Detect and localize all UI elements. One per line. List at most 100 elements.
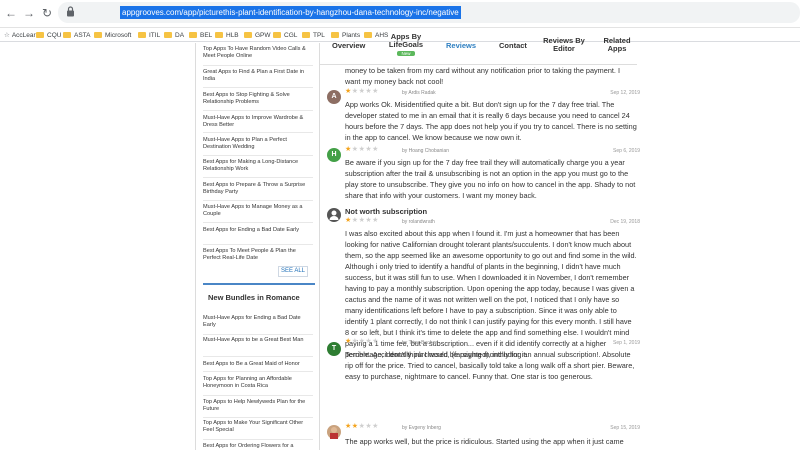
review-date: Sep 1, 2019 (613, 340, 640, 346)
divider (203, 87, 313, 88)
star-empty-icon: ★ (372, 146, 379, 153)
forward-arrow-icon[interactable]: → (22, 6, 36, 20)
bundle-link[interactable]: Best Apps for Ordering Flowers for a (203, 443, 313, 450)
star-filled-icon: ★ (351, 423, 359, 430)
review-date: Dec 19, 2018 (610, 219, 640, 225)
divider (203, 132, 313, 133)
bookmark-item[interactable]: ITIL (138, 31, 160, 40)
bundles-heading: New Bundles in Romance (208, 293, 300, 302)
review-text: Terrible. Accidentally purchased, (farsi… (345, 350, 635, 381)
bookmark-item[interactable]: GPW (244, 31, 271, 40)
review-author: by Ardis Radak (402, 90, 436, 96)
address-bar[interactable]: appgrooves.com/app/picturethis-plant-ide… (58, 2, 800, 23)
sidebar-link[interactable]: Great Apps to Find & Plan a First Date i… (203, 69, 313, 83)
bundle-link[interactable]: Must-Have Apps to be a Great Best Man (203, 337, 313, 344)
bookmark-item[interactable]: Microsoft (94, 31, 131, 40)
sidebar-link[interactable]: Must-Have Apps to Improve Wardrobe & Dre… (203, 115, 313, 129)
bundle-link[interactable]: Top Apps to Help Newlyweds Plan for the … (203, 399, 313, 413)
avatar: H (327, 148, 341, 162)
bookmark-item[interactable]: Plants (331, 31, 360, 40)
divider (203, 439, 313, 440)
star-filled-icon: ★ (345, 423, 352, 430)
reviews-list: money to be taken from my card without a… (325, 65, 640, 450)
tab-related-apps[interactable]: Related Apps (600, 37, 634, 53)
bookmark-item[interactable]: ASTA (63, 31, 91, 40)
review-title: Not worth subscription (345, 207, 428, 216)
bookmark-item[interactable]: ☆ AccLearn (4, 31, 39, 40)
review-text: App works Ok. Misidentified quite a bit.… (345, 100, 637, 142)
avatar: A (327, 90, 341, 104)
divider (203, 356, 313, 357)
bookmark-item[interactable]: BEL (189, 31, 212, 40)
star-rating: ★★★★★ (345, 423, 379, 431)
bookmark-item[interactable]: AHS (364, 31, 388, 40)
new-badge: New (397, 51, 415, 56)
sidebar-related-bundles: Top Apps To Have Random Video Calls & Me… (203, 43, 313, 450)
divider (203, 177, 313, 178)
divider (203, 244, 313, 245)
folder-icon (215, 32, 223, 38)
star-empty-icon: ★ (351, 338, 359, 345)
back-arrow-icon[interactable]: ← (4, 6, 18, 20)
divider (203, 417, 313, 418)
see-all-button[interactable]: SEE ALL (278, 266, 308, 277)
star-empty-icon: ★ (351, 146, 359, 153)
sidebar-link[interactable]: Best Apps for Ending a Bad Date Early (203, 227, 313, 234)
review-text: money to be taken from my card without a… (345, 66, 620, 86)
review-author: by Hoang Chobanian (402, 148, 449, 154)
divider (203, 371, 313, 372)
sidebar-link[interactable]: Best Apps To Meet People & Plan the Perf… (203, 248, 313, 262)
reload-icon[interactable]: ↻ (40, 6, 54, 20)
tab-reviews-by-editor[interactable]: Reviews By Editor (542, 37, 586, 53)
star-rating: ★★★★★ (345, 88, 379, 96)
bundle-link[interactable]: Top Apps to Make Your Significant Other … (203, 420, 313, 434)
sidebar-link[interactable]: Best Apps to Stop Fighting & Solve Relat… (203, 92, 313, 106)
review-date: Sep 15, 2019 (610, 425, 640, 431)
folder-icon (63, 32, 71, 38)
avatar (327, 425, 341, 439)
star-empty-icon: ★ (372, 88, 379, 95)
sidebar-link[interactable]: Best Apps to Prepare & Throw a Surprise … (203, 182, 313, 196)
review-author: by Evgeny Inberg (402, 425, 441, 431)
star-filled-icon: ★ (345, 88, 352, 95)
bookmark-item[interactable]: HLB (215, 31, 239, 40)
folder-icon (189, 32, 197, 38)
bundle-link[interactable]: Must-Have Apps for Ending a Bad Date Ear… (203, 315, 313, 329)
folder-icon (36, 32, 44, 38)
bookmark-item[interactable]: CQU (36, 31, 61, 40)
tab-contact[interactable]: Contact (499, 42, 527, 50)
app-tabs: Overview Apps By LifeGoals New Reviews C… (320, 33, 637, 65)
sidebar-link[interactable]: Must-Have Apps to Plan a Perfect Destina… (203, 137, 313, 151)
star-rating: ★★★★★ (345, 338, 379, 346)
browser-toolbar: ← → ↻ appgrooves.com/app/picturethis-pla… (0, 0, 800, 28)
star-empty-icon: ★ (372, 423, 379, 430)
bundle-link[interactable]: Top Apps for Planning an Affordable Hone… (203, 376, 313, 390)
tab-reviews[interactable]: Reviews (446, 42, 476, 50)
sidebar-link[interactable]: Must-Have Apps to Manage Money as a Coup… (203, 204, 313, 218)
tab-apps-by[interactable]: Apps By LifeGoals New (386, 33, 426, 57)
review-author: by rolandwrath (402, 219, 435, 225)
column-divider (319, 43, 320, 450)
folder-icon (244, 32, 252, 38)
tab-overview[interactable]: Overview (332, 42, 365, 50)
folder-icon (302, 32, 310, 38)
review-author: by Trina Bucher (402, 340, 438, 346)
sidebar-link[interactable]: Best Apps for Making a Long-Distance Rel… (203, 159, 313, 173)
review-text: The app works well, but the price is rid… (345, 437, 624, 446)
divider (203, 395, 313, 396)
divider (203, 222, 313, 223)
bookmark-star-icon: ☆ (4, 32, 10, 39)
bookmark-item[interactable]: DA (164, 31, 184, 40)
divider (203, 155, 313, 156)
bundle-link[interactable]: Best Apps to Be a Great Maid of Honor (203, 361, 313, 368)
lock-icon (67, 6, 74, 17)
star-empty-icon: ★ (351, 88, 359, 95)
url-text: appgrooves.com/app/picturethis-plant-ide… (120, 6, 461, 19)
folder-icon (331, 32, 339, 38)
bookmark-item[interactable]: TPL (302, 31, 325, 40)
review-date: Sep 12, 2019 (610, 90, 640, 96)
divider (203, 334, 313, 335)
sidebar-link[interactable]: Top Apps To Have Random Video Calls & Me… (203, 46, 313, 60)
star-empty-icon: ★ (372, 338, 379, 345)
bookmark-item[interactable]: CGL (273, 31, 297, 40)
